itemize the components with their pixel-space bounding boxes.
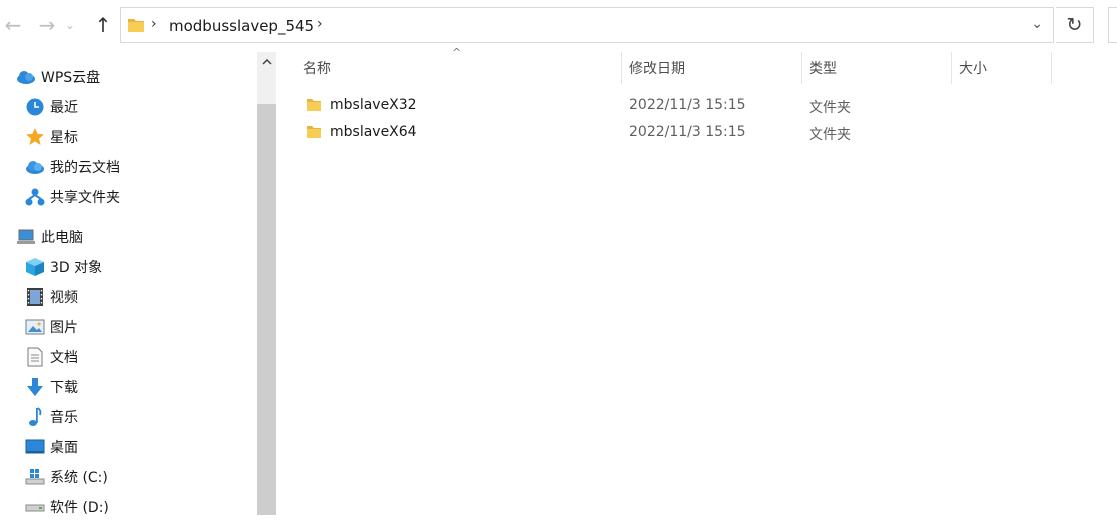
- refresh-button[interactable]: ↻: [1056, 7, 1094, 43]
- drive-icon: [25, 497, 45, 517]
- sort-ascending-indicator: ^: [452, 46, 462, 59]
- folder-icon: [128, 19, 144, 32]
- sidebar-item-downloads[interactable]: 下载: [25, 372, 78, 402]
- clock-icon: [25, 97, 45, 117]
- column-header-label: 名称: [303, 61, 331, 77]
- column-header-date-modified[interactable]: 修改日期: [629, 52, 685, 84]
- sidebar-item-music[interactable]: 音乐: [25, 402, 78, 432]
- sidebar-item-label: 3D 对象: [50, 260, 103, 276]
- sidebar-item-videos[interactable]: 视频: [25, 282, 78, 312]
- sidebar-item-label: 星标: [50, 130, 78, 146]
- breadcrumb-separator[interactable]: ›: [317, 16, 323, 32]
- column-header-label: 大小: [959, 61, 987, 77]
- share-icon: [25, 187, 45, 207]
- file-name[interactable]: mbslaveX32: [330, 97, 417, 113]
- sidebar-item-drive-c[interactable]: 系统 (C:): [25, 462, 108, 492]
- file-date-modified: 2022/11/3 15:15: [629, 124, 746, 140]
- sidebar-item-label: 系统 (C:): [50, 470, 108, 486]
- sidebar-item-drive-d[interactable]: 软件 (D:): [25, 492, 109, 522]
- column-header-name[interactable]: 名称: [303, 52, 331, 84]
- file-row[interactable]: mbslaveX32 2022/11/3 15:15 文件夹: [296, 93, 1056, 119]
- cube-icon: [25, 257, 45, 277]
- scrollbar-thumb[interactable]: [257, 104, 276, 515]
- document-icon: [25, 347, 45, 367]
- sidebar-item-label: 图片: [50, 320, 78, 336]
- sidebar-item-my-cloud-docs[interactable]: 我的云文档: [25, 152, 120, 182]
- sidebar-item-label: 音乐: [50, 410, 78, 426]
- sidebar-item-3d-objects[interactable]: 3D 对象: [25, 252, 102, 282]
- column-header-label: 类型: [809, 61, 837, 77]
- column-divider[interactable]: [801, 52, 802, 84]
- address-bar[interactable]: › modbusslavep_545 › ⌄: [120, 7, 1054, 43]
- refresh-icon: ↻: [1066, 14, 1083, 36]
- column-header-label: 修改日期: [629, 61, 685, 77]
- desktop-icon: [25, 437, 45, 457]
- column-header-type[interactable]: 类型: [809, 52, 837, 84]
- cloud-doc-icon: [25, 157, 45, 177]
- sidebar-item-this-pc[interactable]: 此电脑: [16, 222, 83, 252]
- column-divider[interactable]: [621, 52, 622, 84]
- column-header-size[interactable]: 大小: [959, 52, 987, 84]
- file-row[interactable]: mbslaveX64 2022/11/3 15:15 文件夹: [296, 120, 1056, 146]
- recent-locations-button[interactable]: ⌄: [62, 10, 78, 40]
- sidebar-item-label: 文档: [50, 350, 78, 366]
- sidebar-item-documents[interactable]: 文档: [25, 342, 78, 372]
- sidebar-item-pictures[interactable]: 图片: [25, 312, 78, 342]
- up-arrow-icon: ↑: [94, 13, 112, 37]
- cloud-icon: [16, 67, 36, 87]
- sidebar-item-label: 此电脑: [41, 230, 83, 246]
- sidebar-item-label: 共享文件夹: [50, 190, 120, 206]
- folder-icon: [307, 126, 321, 138]
- file-name[interactable]: mbslaveX64: [330, 124, 417, 140]
- sidebar-item-label: 视频: [50, 290, 78, 306]
- chevron-down-icon[interactable]: ⌄: [1031, 16, 1043, 32]
- breadcrumb-separator[interactable]: ›: [151, 16, 157, 32]
- sidebar-item-wps-cloud[interactable]: WPS云盘: [16, 62, 100, 92]
- file-date-modified: 2022/11/3 15:15: [629, 97, 746, 113]
- sidebar-item-label: WPS云盘: [41, 70, 101, 86]
- film-icon: [25, 287, 45, 307]
- sidebar-item-shared-folders[interactable]: 共享文件夹: [25, 182, 120, 212]
- folder-icon: [307, 99, 321, 111]
- back-arrow-icon: ←: [4, 13, 22, 37]
- forward-arrow-icon: →: [38, 13, 56, 37]
- search-box[interactable]: [1108, 7, 1117, 43]
- scroll-up-button[interactable]: [257, 52, 276, 72]
- file-list-empty-area[interactable]: [280, 150, 1117, 515]
- file-type: 文件夹: [809, 100, 851, 116]
- star-icon: [25, 127, 45, 147]
- chevron-up-icon: [261, 59, 272, 65]
- sidebar-item-label: 最近: [50, 100, 78, 116]
- computer-icon: [16, 227, 36, 247]
- picture-icon: [25, 317, 45, 337]
- sidebar-scrollbar[interactable]: [257, 52, 276, 515]
- back-button[interactable]: ←: [0, 10, 26, 40]
- column-divider[interactable]: [951, 52, 952, 84]
- sidebar-item-desktop[interactable]: 桌面: [25, 432, 78, 462]
- sidebar-item-label: 桌面: [50, 440, 78, 456]
- chevron-down-icon: ⌄: [64, 18, 76, 32]
- column-divider[interactable]: [1051, 52, 1052, 84]
- sidebar-item-label: 下载: [50, 380, 78, 396]
- file-type: 文件夹: [809, 127, 851, 143]
- forward-button[interactable]: →: [34, 10, 60, 40]
- up-button[interactable]: ↑: [90, 10, 116, 40]
- sidebar-item-label: 软件 (D:): [50, 500, 109, 516]
- sidebar-item-starred[interactable]: 星标: [25, 122, 78, 152]
- sidebar-item-recent[interactable]: 最近: [25, 92, 78, 122]
- sidebar-item-label: 我的云文档: [50, 160, 120, 176]
- music-icon: [25, 407, 45, 427]
- windows-drive-icon: [25, 467, 45, 487]
- breadcrumb-current-folder[interactable]: modbusslavep_545: [169, 17, 314, 35]
- download-icon: [25, 377, 45, 397]
